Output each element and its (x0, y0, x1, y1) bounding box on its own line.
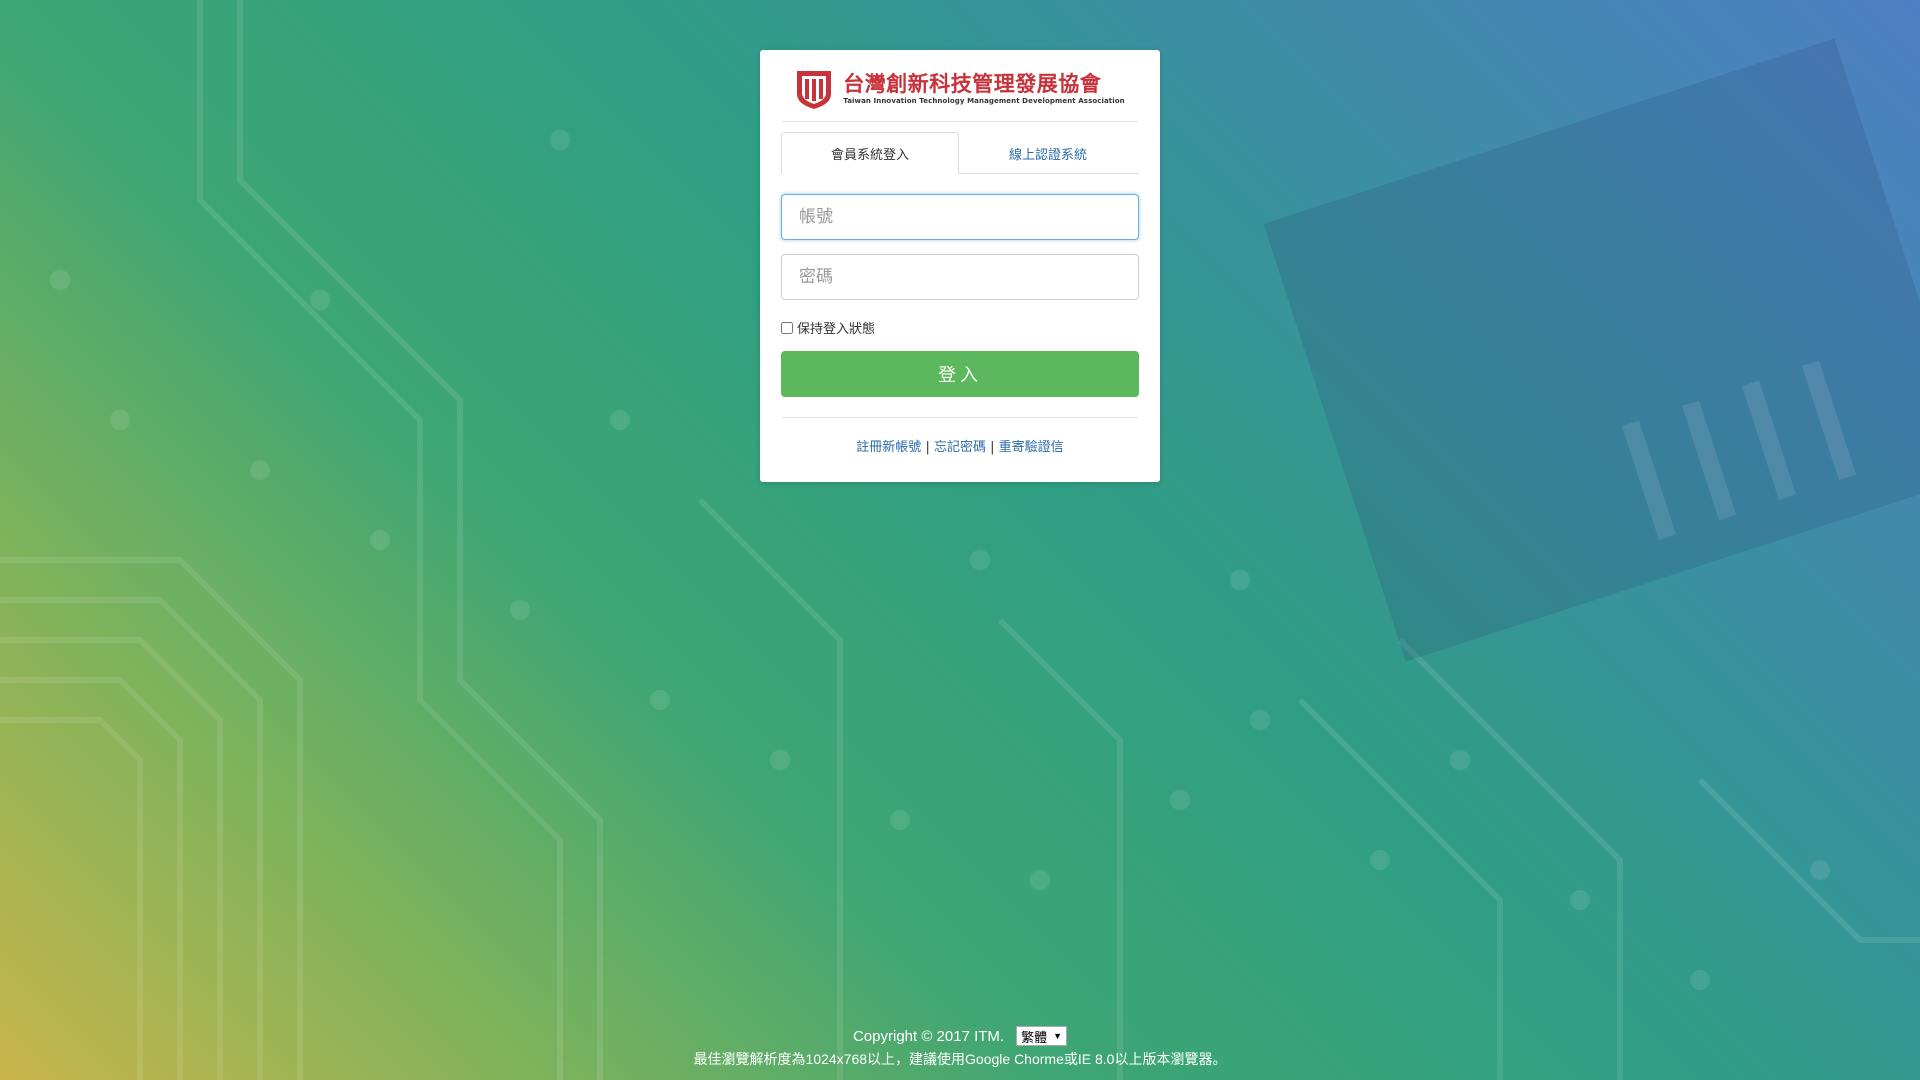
language-select[interactable]: 繁體 ▼ (1016, 1026, 1068, 1046)
remember-login[interactable]: 保持登入狀態 (781, 318, 1139, 337)
link-separator: | (990, 440, 995, 455)
org-name-english: Taiwan Innovation Technology Management … (843, 97, 1125, 105)
link-separator: | (925, 440, 930, 455)
login-tabs: 會員系統登入 線上認證系統 (781, 132, 1139, 174)
tab-online-certification[interactable]: 線上認證系統 (959, 132, 1137, 174)
page-footer: Copyright © 2017 ITM. 繁體 ▼ 最佳瀏覽解析度為1024x… (0, 1025, 1920, 1069)
language-value: 繁體 (1021, 1029, 1048, 1045)
forgot-password-link[interactable]: 忘記密碼 (934, 440, 986, 455)
browser-recommendation: 最佳瀏覽解析度為1024x768以上，建議使用Google Chorme或IE … (693, 1051, 1227, 1067)
copyright-text: Copyright © 2017 ITM. (852, 1027, 1005, 1045)
register-link[interactable]: 註冊新帳號 (856, 440, 921, 455)
logo-header: 台灣創新科技管理發展協會 Taiwan Innovation Technolog… (781, 50, 1139, 122)
itm-shield-logo-icon (797, 70, 832, 109)
login-button[interactable]: 登入 (781, 351, 1139, 397)
remember-checkbox[interactable] (781, 321, 793, 334)
account-links: 註冊新帳號 | 忘記密碼 | 重寄驗證信 (781, 436, 1139, 455)
remember-label: 保持登入狀態 (797, 322, 876, 337)
dropdown-arrow-icon: ▼ (1053, 1031, 1063, 1041)
account-input[interactable] (781, 194, 1139, 240)
org-name-chinese: 台灣創新科技管理發展協會 (843, 71, 1102, 96)
login-card: 台灣創新科技管理發展協會 Taiwan Innovation Technolog… (760, 50, 1160, 482)
resend-verification-link[interactable]: 重寄驗證信 (999, 440, 1064, 455)
divider (781, 417, 1139, 418)
password-input[interactable] (781, 254, 1139, 300)
tab-member-login[interactable]: 會員系統登入 (781, 132, 959, 174)
